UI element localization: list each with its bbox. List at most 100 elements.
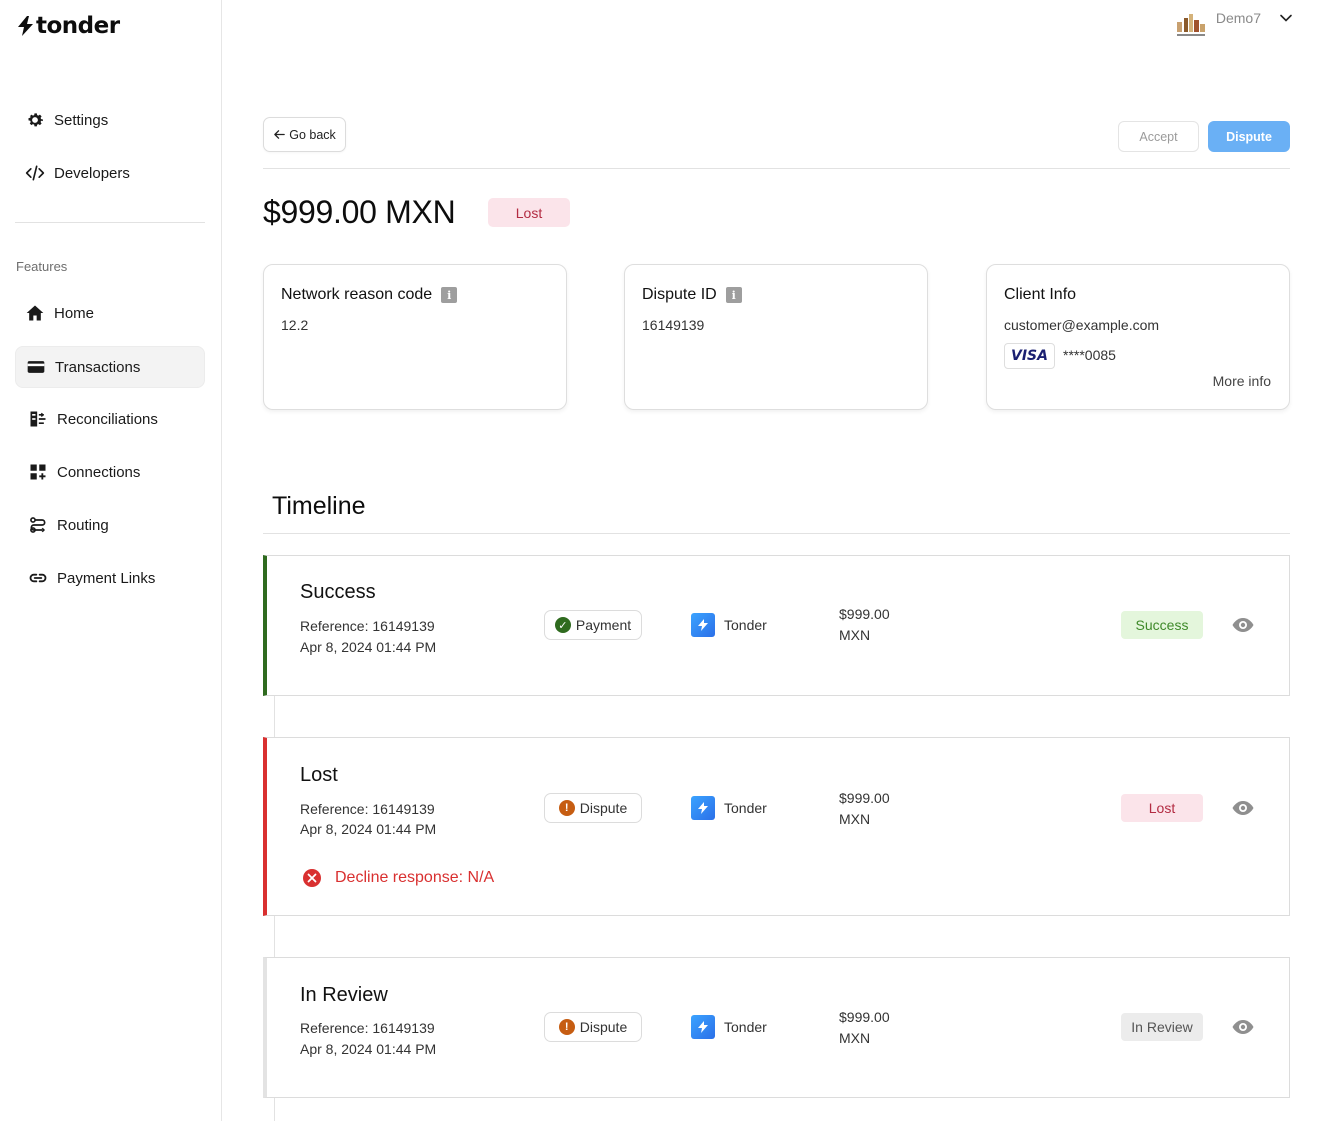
event-amount-value: $999.00 <box>839 790 890 806</box>
event-reference: Reference: 16149139 <box>300 618 435 634</box>
event-reference: Reference: 16149139 <box>300 801 435 817</box>
timeline-event: In Review Reference: 16149139 Apr 8, 202… <box>263 957 1290 1098</box>
timeline-connector <box>274 696 275 737</box>
gear-icon <box>24 109 46 131</box>
event-amount-currency: MXN <box>839 627 871 643</box>
bolt-logo-icon <box>18 16 33 36</box>
card-title-text: Dispute ID <box>642 286 717 303</box>
timeline-connector <box>274 916 275 957</box>
brand-logo[interactable]: tonder <box>16 12 120 40</box>
arrow-left-icon <box>274 130 286 139</box>
event-type-label: Dispute <box>579 800 628 816</box>
decline-text: Decline response: N/A <box>335 869 495 886</box>
timeline-divider <box>263 533 1290 534</box>
event-type-chip: ! Dispute <box>544 1012 642 1042</box>
chevron-down-icon[interactable] <box>1279 11 1293 25</box>
sidebar-item-label: Developers <box>54 164 130 182</box>
client-info-card: Client Info customer@example.com VISA **… <box>986 264 1290 410</box>
x-circle-icon <box>303 869 321 887</box>
network-reason-card: Network reason code i 12.2 <box>263 264 567 410</box>
info-icon[interactable]: i <box>725 287 742 303</box>
event-date: Apr 8, 2024 01:44 PM <box>300 821 437 837</box>
event-type-label: Payment <box>575 617 632 633</box>
info-icon[interactable]: i <box>441 287 458 303</box>
timeline-title: Timeline <box>272 492 366 520</box>
card-number: ****0085 <box>1063 347 1116 363</box>
header-divider <box>263 168 1290 169</box>
provider-name: Tonder <box>724 800 767 816</box>
home-icon <box>24 302 46 324</box>
sidebar-item-routing[interactable]: Routing <box>15 504 205 546</box>
route-icon <box>27 514 49 536</box>
event-status-badge: In Review <box>1121 1013 1203 1041</box>
card-title: Dispute ID i <box>642 286 742 304</box>
go-back-button[interactable]: Go back <box>263 117 346 152</box>
decline-response: Decline response: N/A <box>302 868 494 888</box>
event-type-chip: ✓ Payment <box>544 610 642 640</box>
event-status-badge: Lost <box>1121 794 1203 822</box>
event-title: In Review <box>300 984 388 1006</box>
event-provider: Tonder <box>691 613 767 637</box>
link-icon <box>27 567 49 589</box>
avatar <box>1173 8 1208 40</box>
code-icon <box>24 162 46 184</box>
network-reason-code: 12.2 <box>281 317 309 333</box>
sidebar-item-connections[interactable]: Connections <box>15 451 205 493</box>
event-amount-value: $999.00 <box>839 1009 890 1025</box>
eye-icon[interactable] <box>1231 1015 1255 1039</box>
sidebar-item-developers[interactable]: Developers <box>15 152 205 194</box>
user-name: Demo7 <box>1215 10 1261 26</box>
sidebar-item-label: Connections <box>57 463 141 481</box>
event-provider: Tonder <box>691 796 767 820</box>
alert-circle-icon: ! <box>558 1019 575 1035</box>
more-info-link[interactable]: More info <box>1213 373 1271 389</box>
sidebar-item-label: Reconciliations <box>57 410 158 428</box>
client-email: customer@example.com <box>1004 317 1160 333</box>
event-title: Lost <box>300 764 338 786</box>
reconcile-icon <box>27 408 49 430</box>
eye-icon[interactable] <box>1231 613 1255 637</box>
card-title-text: Client Info <box>1004 286 1077 303</box>
event-title: Success <box>300 581 376 603</box>
sidebar-item-payment-links[interactable]: Payment Links <box>15 557 205 599</box>
event-date: Apr 8, 2024 01:44 PM <box>300 639 437 655</box>
tonder-logo-icon <box>691 613 715 637</box>
go-back-label: Go back <box>289 127 336 142</box>
eye-icon[interactable] <box>1231 796 1255 820</box>
sidebar-item-transactions[interactable]: Transactions <box>15 346 205 388</box>
user-menu[interactable]: Demo7 <box>1173 8 1293 40</box>
dispute-button[interactable]: Dispute <box>1208 121 1290 152</box>
timeline-event: Success Reference: 16149139 Apr 8, 2024 … <box>263 555 1290 696</box>
event-status-badge: Success <box>1121 611 1203 639</box>
section-label: Features <box>16 259 68 274</box>
sidebar-item-label: Payment Links <box>57 569 156 587</box>
event-amount-currency: MXN <box>839 811 871 827</box>
event-provider: Tonder <box>691 1015 767 1039</box>
sidebar-item-home[interactable]: Home <box>15 292 205 334</box>
sidebar-divider <box>15 222 205 223</box>
card-title: Client Info <box>1004 286 1076 304</box>
dispute-id-value: 16149139 <box>642 317 705 333</box>
event-amount-value: $999.00 <box>839 606 890 622</box>
timeline-connector <box>274 1098 275 1121</box>
sidebar-item-label: Routing <box>57 516 109 534</box>
event-type-label: Dispute <box>579 1019 628 1035</box>
sidebar-item-label: Transactions <box>55 358 141 376</box>
accept-button[interactable]: Accept <box>1118 121 1199 152</box>
card-title: Network reason code i <box>281 286 458 304</box>
event-amount: $999.00 MXN <box>839 788 890 830</box>
event-reference: Reference: 16149139 <box>300 1020 435 1036</box>
sidebar: tonder Settings Developers Features Home… <box>0 0 222 1121</box>
sidebar-item-label: Settings <box>54 111 109 129</box>
event-date: Apr 8, 2024 01:44 PM <box>300 1041 437 1057</box>
provider-name: Tonder <box>724 617 767 633</box>
timeline-event: Lost Reference: 16149139 Apr 8, 2024 01:… <box>263 737 1290 916</box>
sidebar-item-settings[interactable]: Settings <box>15 99 205 141</box>
sidebar-item-reconciliations[interactable]: Reconciliations <box>15 398 205 440</box>
status-badge: Lost <box>488 198 570 227</box>
event-amount: $999.00 MXN <box>839 604 890 646</box>
sidebar-item-label: Home <box>54 304 95 322</box>
event-type-chip: ! Dispute <box>544 793 642 823</box>
dispute-id-card: Dispute ID i 16149139 <box>624 264 928 410</box>
event-amount-currency: MXN <box>839 1030 871 1046</box>
